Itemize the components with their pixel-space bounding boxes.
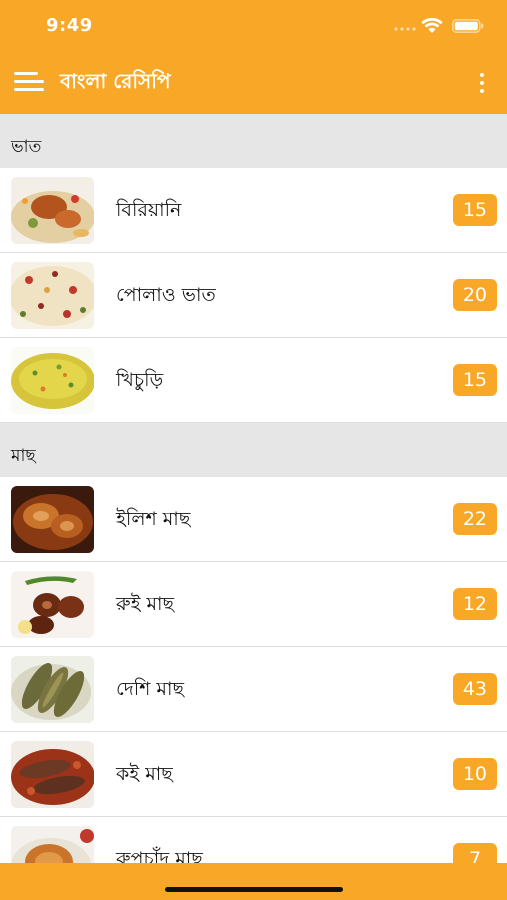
khichuri-thumbnail (11, 347, 94, 414)
section-header-rice: ভাত (0, 114, 507, 168)
list-item-khichuri[interactable]: খিচুড়ি 15 (0, 338, 507, 423)
hamburger-menu-icon[interactable] (14, 70, 46, 94)
recipe-name: বিরিয়ানি (116, 199, 182, 221)
bottom-bar (0, 863, 507, 900)
recipe-count-badge: 7 (453, 843, 497, 863)
list-item-ilish[interactable]: ইলিশ মাছ 22 (0, 477, 507, 562)
top-bar: 9:49 বাংলা রেসিপি (0, 0, 507, 114)
recipe-name: দেশি মাছ (116, 678, 184, 700)
recipe-list[interactable]: ভাত বিরিয়ানি 15 পোলাও ভাত 20 খিচুড়ি 15… (0, 114, 507, 863)
recipe-name: রুপচাঁদ মাছ (116, 848, 203, 863)
recipe-name: ইলিশ মাছ (116, 508, 191, 530)
status-bar: 9:49 (0, 0, 507, 52)
recipe-count-badge: 20 (452, 279, 497, 311)
deshi-thumbnail (11, 656, 94, 723)
recipe-count-badge: 10 (452, 758, 497, 790)
recipe-count-badge: 12 (452, 588, 497, 620)
recipe-count-badge: 22 (452, 503, 497, 535)
list-item-koi[interactable]: কই মাছ 10 (0, 732, 507, 817)
recipe-name: রুই মাছ (116, 593, 175, 615)
home-indicator[interactable] (165, 887, 343, 892)
polao-thumbnail (11, 262, 94, 329)
rupchanda-thumbnail (11, 826, 94, 863)
battery-icon (452, 19, 484, 33)
more-options-icon[interactable] (472, 72, 492, 94)
app-title: বাংলা রেসিপি (60, 69, 171, 93)
list-item-deshi[interactable]: দেশি মাছ 43 (0, 647, 507, 732)
recipe-name: পোলাও ভাত (116, 284, 216, 306)
recipe-count-badge: 15 (452, 194, 497, 226)
recipe-count-badge: 15 (452, 364, 497, 396)
list-item-rupchanda[interactable]: রুপচাঁদ মাছ 7 (0, 817, 507, 863)
ilish-thumbnail (11, 486, 94, 553)
list-item-polao[interactable]: পোলাও ভাত 20 (0, 253, 507, 338)
wifi-icon (421, 17, 443, 33)
recipe-name: খিচুড়ি (116, 369, 164, 391)
status-time: 9:49 (46, 15, 93, 36)
koi-thumbnail (11, 741, 94, 808)
recipe-count-badge: 43 (452, 673, 497, 705)
section-header-fish: মাছ (0, 423, 507, 477)
biryani-thumbnail (11, 177, 94, 244)
recipe-name: কই মাছ (116, 763, 173, 785)
list-item-biryani[interactable]: বিরিয়ানি 15 (0, 168, 507, 253)
list-item-rui[interactable]: রুই মাছ 12 (0, 562, 507, 647)
rui-thumbnail (11, 571, 94, 638)
signal-icon (394, 27, 416, 31)
app-bar: বাংলা রেসিপি (0, 52, 507, 114)
